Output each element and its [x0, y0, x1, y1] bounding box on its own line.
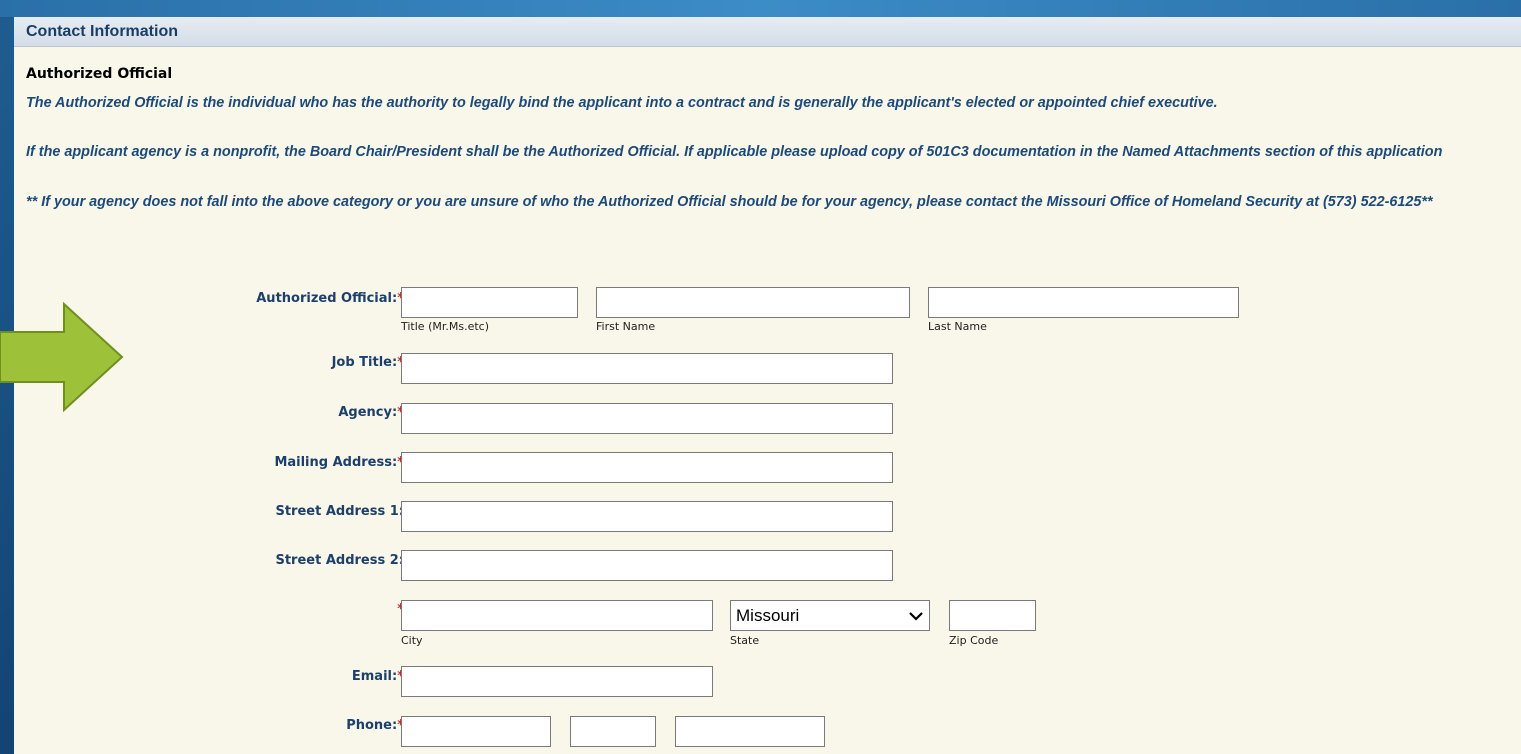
- note-definition: The Authorized Official is the individua…: [26, 95, 1218, 111]
- authorized-official-heading: Authorized Official: [26, 66, 173, 82]
- state-select-value: Missouri: [736, 606, 800, 625]
- state-select[interactable]: Missouri: [730, 600, 930, 631]
- top-strip: [0, 0, 1521, 17]
- phone-label: Phone:*: [346, 718, 404, 733]
- state-caption: State: [730, 634, 760, 647]
- street-address-1-label: Street Address 1:: [275, 504, 404, 519]
- authorized-official-label-text: Authorized Official:: [256, 291, 398, 306]
- email-label-text: Email:: [351, 669, 398, 684]
- mailing-address-label: Mailing Address:*: [274, 455, 404, 470]
- phone-ext-input[interactable]: [570, 716, 656, 747]
- street-address-2-input[interactable]: [401, 550, 893, 581]
- agency-label: Agency:*: [338, 405, 404, 420]
- agency-label-text: Agency:: [338, 405, 398, 420]
- city-caption: City: [401, 634, 423, 647]
- email-label: Email:*: [352, 669, 404, 684]
- chevron-down-icon: [909, 612, 923, 621]
- phone-label-text: Phone:: [346, 718, 398, 733]
- phone-cell-input[interactable]: [675, 716, 825, 747]
- street-address-1-input[interactable]: [401, 501, 893, 532]
- job-title-input[interactable]: [401, 353, 893, 384]
- section-header: Contact Information: [14, 17, 1521, 47]
- zip-code-caption: Zip Code: [949, 634, 999, 647]
- email-input[interactable]: [401, 666, 713, 697]
- title-caption: Title (Mr.Ms.etc): [401, 320, 489, 333]
- contact-info-panel: Contact Information Authorized Official …: [14, 17, 1521, 754]
- last-name-caption: Last Name: [928, 320, 987, 333]
- phone-office-input[interactable]: [401, 716, 551, 747]
- first-name-input[interactable]: [596, 287, 910, 318]
- note-nonprofit: If the applicant agency is a nonprofit, …: [26, 144, 1443, 160]
- mailing-address-label-text: Mailing Address:: [274, 455, 398, 470]
- arrow-right-icon: [0, 302, 124, 412]
- city-input[interactable]: [401, 600, 713, 631]
- street-address-2-label: Street Address 2:: [275, 553, 404, 568]
- title-input[interactable]: [401, 287, 578, 318]
- first-name-caption: First Name: [596, 320, 656, 333]
- agency-input[interactable]: [401, 403, 893, 434]
- authorized-official-label: Authorized Official:*: [256, 291, 404, 306]
- mailing-address-input[interactable]: [401, 452, 893, 483]
- last-name-input[interactable]: [928, 287, 1239, 318]
- job-title-label-text: Job Title:: [331, 355, 398, 370]
- note-contact: ** If your agency does not fall into the…: [26, 194, 1433, 210]
- zip-code-input[interactable]: [949, 600, 1036, 631]
- job-title-label: Job Title:*: [332, 355, 404, 370]
